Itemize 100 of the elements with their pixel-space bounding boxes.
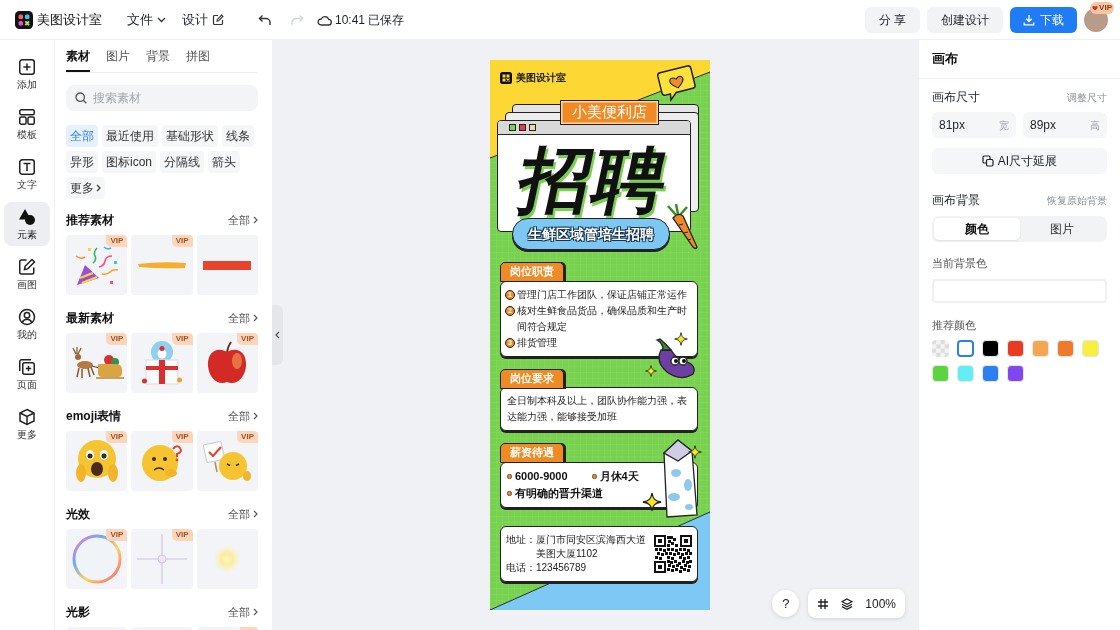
segment-tab[interactable]: 图片	[1019, 218, 1105, 240]
more-filters-button[interactable]: 更多	[66, 177, 105, 199]
vip-badge: VIP	[106, 333, 128, 345]
action-button[interactable]: 创建设计	[927, 6, 1003, 33]
chevron-right-icon	[253, 510, 258, 518]
asset-thumbnail[interactable]: VIP	[131, 235, 193, 295]
grid-button[interactable]	[817, 597, 830, 610]
filter-chip[interactable]: 图标icon	[102, 151, 156, 173]
view-all-link[interactable]: 全部	[228, 407, 258, 425]
asset-thumbnail[interactable]: VIP	[131, 431, 193, 491]
address-line: 厦门市同安区滨海西大道	[536, 532, 646, 547]
vip-badge: VIP	[106, 235, 128, 247]
headline: 招聘	[512, 144, 676, 216]
section-title: 最新素材	[66, 310, 114, 327]
subtitle-pill: 生鲜区域管培生招聘	[512, 218, 670, 250]
filter-chip[interactable]: 箭头	[208, 151, 240, 173]
segment-tab[interactable]: 颜色	[934, 218, 1020, 240]
view-all-link[interactable]: 全部	[228, 309, 258, 327]
asset-thumbnail[interactable]: VIP	[196, 431, 258, 491]
asset-thumbnail[interactable]: VIP	[66, 333, 128, 393]
menu-button[interactable]: 设计	[182, 9, 224, 30]
section-title: 推荐素材	[66, 212, 114, 229]
help-button[interactable]: ?	[772, 590, 800, 617]
glow-icon	[212, 544, 243, 574]
sidebar-tab[interactable]: 更多	[4, 402, 50, 446]
filter-chip[interactable]: 异形	[66, 151, 98, 173]
section-title: 光效	[66, 506, 90, 523]
sidebar-tab[interactable]: 画图	[4, 252, 50, 296]
bullet-dot-icon	[591, 473, 597, 479]
view-all-link[interactable]: 全部	[228, 211, 258, 229]
download-button[interactable]: 下载	[1010, 6, 1077, 33]
shapes-icon	[18, 207, 36, 226]
size-field[interactable]: 81px 宽	[932, 112, 1016, 138]
undo-button[interactable]	[258, 13, 272, 26]
address-label: 地址：	[506, 532, 536, 547]
panel-tab[interactable]: 背景	[146, 41, 170, 72]
asset-thumbnail[interactable]: VIP	[131, 529, 193, 589]
view-all-link[interactable]: 全部	[228, 505, 258, 523]
sidebar-tab[interactable]: 页面	[4, 352, 50, 396]
sparkle-icon	[137, 534, 187, 584]
duty-text: 核对生鲜食品货品，确保品质和生产时间符合规定	[517, 303, 688, 334]
scared-face-icon	[74, 439, 119, 483]
filter-chip[interactable]: 基础形状	[162, 125, 218, 147]
section-heading: 岗位要求	[500, 368, 564, 389]
filter-chip[interactable]: 全部	[66, 125, 98, 147]
redo-icon	[290, 13, 304, 26]
gift-box-icon	[142, 340, 182, 386]
vip-badge: VIP	[237, 333, 258, 345]
transparent-swatch[interactable]	[932, 340, 949, 357]
heart-icon	[1092, 4, 1099, 11]
color-swatch[interactable]	[957, 340, 974, 357]
sidebar-tab[interactable]: 元素	[4, 202, 50, 246]
search-field[interactable]: 搜索素材	[66, 85, 258, 111]
asset-thumbnail[interactable]: VIP	[66, 235, 128, 295]
unit-label: 宽	[999, 118, 1009, 133]
filter-chip[interactable]: 分隔线	[160, 151, 204, 173]
sidebar-tab[interactable]: 文字	[4, 152, 50, 196]
layers-button[interactable]	[841, 597, 854, 610]
view-all-link[interactable]: 全部	[228, 603, 258, 621]
collapse-handle[interactable]	[272, 305, 283, 365]
apple-icon	[207, 341, 248, 385]
filter-chip[interactable]: 线条	[222, 125, 254, 147]
pencil-square-icon	[18, 257, 36, 276]
chevron-right-icon	[253, 216, 258, 224]
vip-badge: VIP	[106, 431, 128, 443]
asset-thumbnail[interactable]: VIP	[131, 333, 193, 393]
reset-background-link[interactable]: 恢复原始背景	[1047, 192, 1107, 208]
star-icon	[645, 365, 657, 377]
bullet-dot-icon	[507, 473, 512, 479]
sidebar-tab[interactable]: 我的	[4, 302, 50, 346]
size-field[interactable]: 89px 高	[1023, 112, 1107, 138]
cloud-icon	[317, 13, 332, 26]
asset-thumbnail[interactable]	[196, 235, 258, 295]
chevron-right-icon	[96, 184, 101, 192]
panel-tab[interactable]: 拼图	[186, 41, 210, 72]
zoom-level-button[interactable]: 100%	[865, 594, 896, 613]
star-icon	[674, 332, 688, 346]
benefit-text: 月休4天	[599, 468, 639, 484]
edit-icon	[212, 13, 224, 26]
action-button[interactable]: 分 享	[864, 6, 920, 33]
resize-link[interactable]: 调整尺寸	[1067, 89, 1107, 105]
menu-button[interactable]: 文件	[127, 9, 166, 30]
layers-icon	[841, 597, 854, 610]
field-label: 当前背景色	[932, 255, 987, 271]
asset-thumbnail[interactable]: VIP	[66, 529, 128, 589]
ai-resize-button[interactable]: AI尺寸延展	[932, 148, 1107, 174]
bullet-dot-icon	[507, 490, 512, 496]
brush-stroke-icon	[138, 261, 186, 269]
field-label: 画布背景	[932, 192, 980, 209]
panel-tab[interactable]: 素材	[66, 41, 90, 72]
panel-tab[interactable]: 图片	[106, 41, 130, 72]
sidebar-tab[interactable]: 添加	[4, 52, 50, 96]
checker-icon	[932, 340, 949, 357]
asset-thumbnail[interactable]: VIP	[66, 431, 128, 491]
asset-thumbnail[interactable]	[196, 529, 258, 589]
filter-chip[interactable]: 最近使用	[102, 125, 158, 147]
sidebar-tab[interactable]: 模板	[4, 102, 50, 146]
brand-name: 美图设计室	[516, 72, 566, 83]
field-label: 画布尺寸	[932, 89, 980, 106]
asset-thumbnail[interactable]: VIP	[196, 333, 258, 393]
